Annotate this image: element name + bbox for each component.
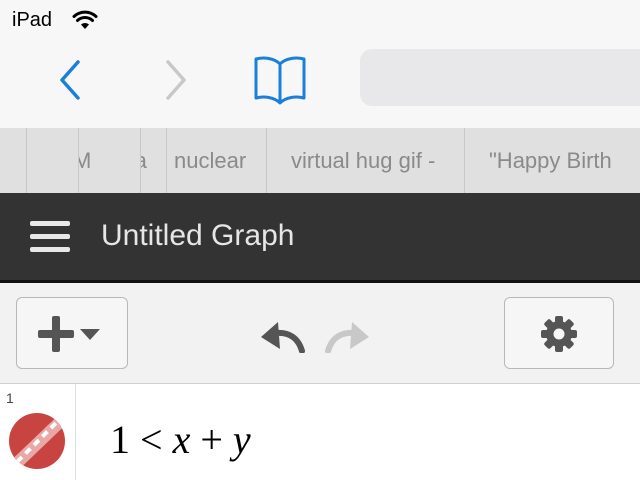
browser-tab[interactable]: Ba [140,128,166,193]
browser-tab[interactable]: M [78,128,140,193]
caret-down-icon [80,329,100,340]
formula-operator: < [140,417,163,462]
browser-tab-label: "Happy Birth [489,148,612,173]
app-header: Untitled Graph [0,193,640,283]
browser-tab-label: M [79,128,91,193]
expression-gutter: 1 [0,384,76,480]
wifi-icon [72,10,98,29]
carrier-label: iPad [12,9,53,31]
back-chevron-icon[interactable] [52,58,88,102]
url-field[interactable] [360,49,640,106]
browser-tab[interactable]: "Happy Birth [464,128,640,193]
expression-index: 1 [6,390,14,406]
bookmarks-book-icon[interactable] [252,54,308,106]
plus-icon [38,316,74,352]
browser-tab[interactable]: virtual hug gif - [266,128,464,193]
expression-toolbar [0,283,640,384]
browser-tab-label: nuclear [174,148,247,173]
browser-nav-bar [0,40,640,128]
hamburger-menu-icon[interactable] [30,217,70,257]
status-bar: iPad [0,0,640,40]
graph-title[interactable]: Untitled Graph [101,219,294,253]
forward-chevron-icon[interactable] [158,58,194,102]
formula-term: 1 [110,417,130,462]
browser-tab[interactable]: nuclear [166,128,266,193]
browser-tab[interactable] [26,128,78,193]
formula-variable: y [232,417,251,462]
browser-tab-label: Ba [141,128,147,193]
formula-variable: x [172,417,191,462]
redo-icon[interactable] [322,319,372,353]
formula-operator: + [200,417,223,462]
expression-formula[interactable]: 1 < x + y [110,416,251,463]
browser-tab-label: virtual hug gif - [291,148,436,173]
expression-item[interactable]: 1 1 < x + y [0,384,640,480]
settings-button[interactable] [504,297,614,369]
add-item-button[interactable] [16,297,128,369]
graph-color-icon[interactable] [8,412,66,470]
gear-icon [541,316,577,352]
undo-icon[interactable] [258,319,308,353]
browser-tabs-bar: M Ba nuclear virtual hug gif - "Happy Bi… [0,128,640,193]
